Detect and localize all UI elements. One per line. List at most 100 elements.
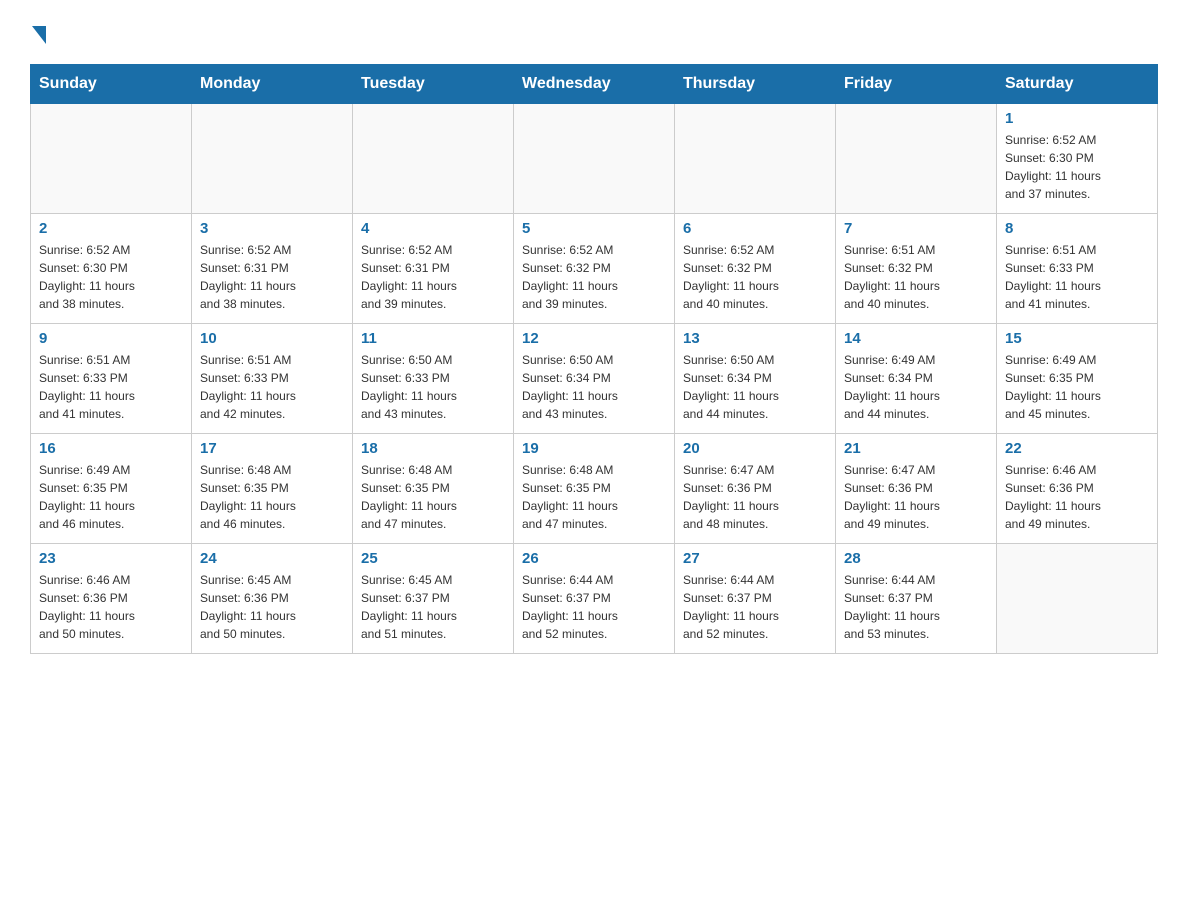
day-number: 17 xyxy=(200,440,344,457)
day-info: Sunrise: 6:48 AM Sunset: 6:35 PM Dayligh… xyxy=(361,461,505,533)
day-number: 23 xyxy=(39,550,183,567)
calendar-day-cell xyxy=(997,544,1158,654)
calendar-day-cell: 9 Sunrise: 6:51 AM Sunset: 6:33 PM Daylig… xyxy=(31,324,192,434)
logo-arrow-icon xyxy=(32,26,46,44)
day-info: Sunrise: 6:44 AM Sunset: 6:37 PM Dayligh… xyxy=(683,571,827,643)
day-info: Sunrise: 6:51 AM Sunset: 6:32 PM Dayligh… xyxy=(844,241,988,313)
day-of-week-header: Sunday xyxy=(31,65,192,104)
day-number: 7 xyxy=(844,220,988,237)
day-of-week-header: Saturday xyxy=(997,65,1158,104)
logo xyxy=(30,20,46,44)
calendar-day-cell: 23Sunrise: 6:46 AM Sunset: 6:36 PM Dayli… xyxy=(31,544,192,654)
day-info: Sunrise: 6:49 AM Sunset: 6:35 PM Dayligh… xyxy=(39,461,183,533)
calendar-day-cell: 18 Sunrise: 6:48 AM Sunset: 6:35 PM Dayli… xyxy=(353,434,514,544)
calendar-day-cell: 19 Sunrise: 6:48 AM Sunset: 6:35 PM Dayli… xyxy=(514,434,675,544)
page-header xyxy=(30,20,1158,44)
day-number: 21 xyxy=(844,440,988,457)
day-of-week-header: Friday xyxy=(836,65,997,104)
day-number: 3 xyxy=(200,220,344,237)
calendar-day-cell xyxy=(353,104,514,214)
day-number: 5 xyxy=(522,220,666,237)
calendar-day-cell xyxy=(192,104,353,214)
day-info: Sunrise: 6:51 AM Sunset: 6:33 PM Dayligh… xyxy=(1005,241,1149,313)
day-info: Sunrise: 6:45 AM Sunset: 6:36 PM Dayligh… xyxy=(200,571,344,643)
day-number: 26 xyxy=(522,550,666,567)
calendar-day-cell: 6 Sunrise: 6:52 AM Sunset: 6:32 PM Daylig… xyxy=(675,214,836,324)
day-of-week-header: Tuesday xyxy=(353,65,514,104)
day-info: Sunrise: 6:52 AM Sunset: 6:32 PM Dayligh… xyxy=(522,241,666,313)
day-info: Sunrise: 6:47 AM Sunset: 6:36 PM Dayligh… xyxy=(683,461,827,533)
day-number: 19 xyxy=(522,440,666,457)
calendar-day-cell: 3 Sunrise: 6:52 AM Sunset: 6:31 PM Daylig… xyxy=(192,214,353,324)
day-info: Sunrise: 6:48 AM Sunset: 6:35 PM Dayligh… xyxy=(522,461,666,533)
calendar-week-row: 1Sunrise: 6:52 AM Sunset: 6:30 PM Daylig… xyxy=(31,104,1158,214)
day-number: 12 xyxy=(522,330,666,347)
day-number: 14 xyxy=(844,330,988,347)
day-number: 16 xyxy=(39,440,183,457)
calendar-day-cell: 25 Sunrise: 6:45 AM Sunset: 6:37 PM Dayli… xyxy=(353,544,514,654)
day-number: 27 xyxy=(683,550,827,567)
day-info: Sunrise: 6:49 AM Sunset: 6:35 PM Dayligh… xyxy=(1005,351,1149,423)
day-number: 18 xyxy=(361,440,505,457)
day-of-week-header: Wednesday xyxy=(514,65,675,104)
day-info: Sunrise: 6:52 AM Sunset: 6:31 PM Dayligh… xyxy=(361,241,505,313)
day-info: Sunrise: 6:52 AM Sunset: 6:30 PM Dayligh… xyxy=(1005,131,1149,203)
day-number: 20 xyxy=(683,440,827,457)
day-info: Sunrise: 6:46 AM Sunset: 6:36 PM Dayligh… xyxy=(1005,461,1149,533)
day-number: 9 xyxy=(39,330,183,347)
calendar-day-cell: 8 Sunrise: 6:51 AM Sunset: 6:33 PM Daylig… xyxy=(997,214,1158,324)
calendar-day-cell: 15 Sunrise: 6:49 AM Sunset: 6:35 PM Dayli… xyxy=(997,324,1158,434)
calendar-day-cell: 11 Sunrise: 6:50 AM Sunset: 6:33 PM Dayli… xyxy=(353,324,514,434)
day-number: 11 xyxy=(361,330,505,347)
day-of-week-header: Thursday xyxy=(675,65,836,104)
calendar-day-cell: 4 Sunrise: 6:52 AM Sunset: 6:31 PM Daylig… xyxy=(353,214,514,324)
calendar-day-cell xyxy=(31,104,192,214)
day-info: Sunrise: 6:52 AM Sunset: 6:30 PM Dayligh… xyxy=(39,241,183,313)
calendar-day-cell: 21 Sunrise: 6:47 AM Sunset: 6:36 PM Dayli… xyxy=(836,434,997,544)
day-number: 13 xyxy=(683,330,827,347)
day-info: Sunrise: 6:50 AM Sunset: 6:33 PM Dayligh… xyxy=(361,351,505,423)
day-number: 2 xyxy=(39,220,183,237)
day-info: Sunrise: 6:51 AM Sunset: 6:33 PM Dayligh… xyxy=(39,351,183,423)
day-info: Sunrise: 6:52 AM Sunset: 6:31 PM Dayligh… xyxy=(200,241,344,313)
day-info: Sunrise: 6:45 AM Sunset: 6:37 PM Dayligh… xyxy=(361,571,505,643)
calendar-day-cell: 20 Sunrise: 6:47 AM Sunset: 6:36 PM Dayli… xyxy=(675,434,836,544)
day-number: 4 xyxy=(361,220,505,237)
calendar-week-row: 9 Sunrise: 6:51 AM Sunset: 6:33 PM Daylig… xyxy=(31,324,1158,434)
day-number: 22 xyxy=(1005,440,1149,457)
day-number: 8 xyxy=(1005,220,1149,237)
calendar-week-row: 2 Sunrise: 6:52 AM Sunset: 6:30 PM Daylig… xyxy=(31,214,1158,324)
calendar-header-row: SundayMondayTuesdayWednesdayThursdayFrid… xyxy=(31,65,1158,104)
calendar-week-row: 16 Sunrise: 6:49 AM Sunset: 6:35 PM Dayli… xyxy=(31,434,1158,544)
calendar-day-cell: 28Sunrise: 6:44 AM Sunset: 6:37 PM Dayli… xyxy=(836,544,997,654)
day-number: 15 xyxy=(1005,330,1149,347)
calendar-day-cell: 13 Sunrise: 6:50 AM Sunset: 6:34 PM Dayli… xyxy=(675,324,836,434)
day-info: Sunrise: 6:49 AM Sunset: 6:34 PM Dayligh… xyxy=(844,351,988,423)
calendar-day-cell xyxy=(836,104,997,214)
calendar-table: SundayMondayTuesdayWednesdayThursdayFrid… xyxy=(30,64,1158,654)
day-number: 6 xyxy=(683,220,827,237)
calendar-day-cell: 16 Sunrise: 6:49 AM Sunset: 6:35 PM Dayli… xyxy=(31,434,192,544)
day-number: 25 xyxy=(361,550,505,567)
calendar-day-cell: 17 Sunrise: 6:48 AM Sunset: 6:35 PM Dayli… xyxy=(192,434,353,544)
calendar-day-cell: 7 Sunrise: 6:51 AM Sunset: 6:32 PM Daylig… xyxy=(836,214,997,324)
day-info: Sunrise: 6:51 AM Sunset: 6:33 PM Dayligh… xyxy=(200,351,344,423)
calendar-day-cell: 14 Sunrise: 6:49 AM Sunset: 6:34 PM Dayli… xyxy=(836,324,997,434)
day-info: Sunrise: 6:47 AM Sunset: 6:36 PM Dayligh… xyxy=(844,461,988,533)
calendar-day-cell: 27 Sunrise: 6:44 AM Sunset: 6:37 PM Dayli… xyxy=(675,544,836,654)
day-info: Sunrise: 6:48 AM Sunset: 6:35 PM Dayligh… xyxy=(200,461,344,533)
calendar-day-cell: 12 Sunrise: 6:50 AM Sunset: 6:34 PM Dayli… xyxy=(514,324,675,434)
day-number: 24 xyxy=(200,550,344,567)
day-of-week-header: Monday xyxy=(192,65,353,104)
calendar-day-cell: 1Sunrise: 6:52 AM Sunset: 6:30 PM Daylig… xyxy=(997,104,1158,214)
calendar-day-cell xyxy=(675,104,836,214)
day-number: 10 xyxy=(200,330,344,347)
day-info: Sunrise: 6:52 AM Sunset: 6:32 PM Dayligh… xyxy=(683,241,827,313)
calendar-day-cell: 22 Sunrise: 6:46 AM Sunset: 6:36 PM Dayli… xyxy=(997,434,1158,544)
day-info: Sunrise: 6:50 AM Sunset: 6:34 PM Dayligh… xyxy=(683,351,827,423)
day-info: Sunrise: 6:50 AM Sunset: 6:34 PM Dayligh… xyxy=(522,351,666,423)
calendar-day-cell: 26Sunrise: 6:44 AM Sunset: 6:37 PM Dayli… xyxy=(514,544,675,654)
day-number: 28 xyxy=(844,550,988,567)
calendar-day-cell xyxy=(514,104,675,214)
calendar-day-cell: 24 Sunrise: 6:45 AM Sunset: 6:36 PM Dayli… xyxy=(192,544,353,654)
